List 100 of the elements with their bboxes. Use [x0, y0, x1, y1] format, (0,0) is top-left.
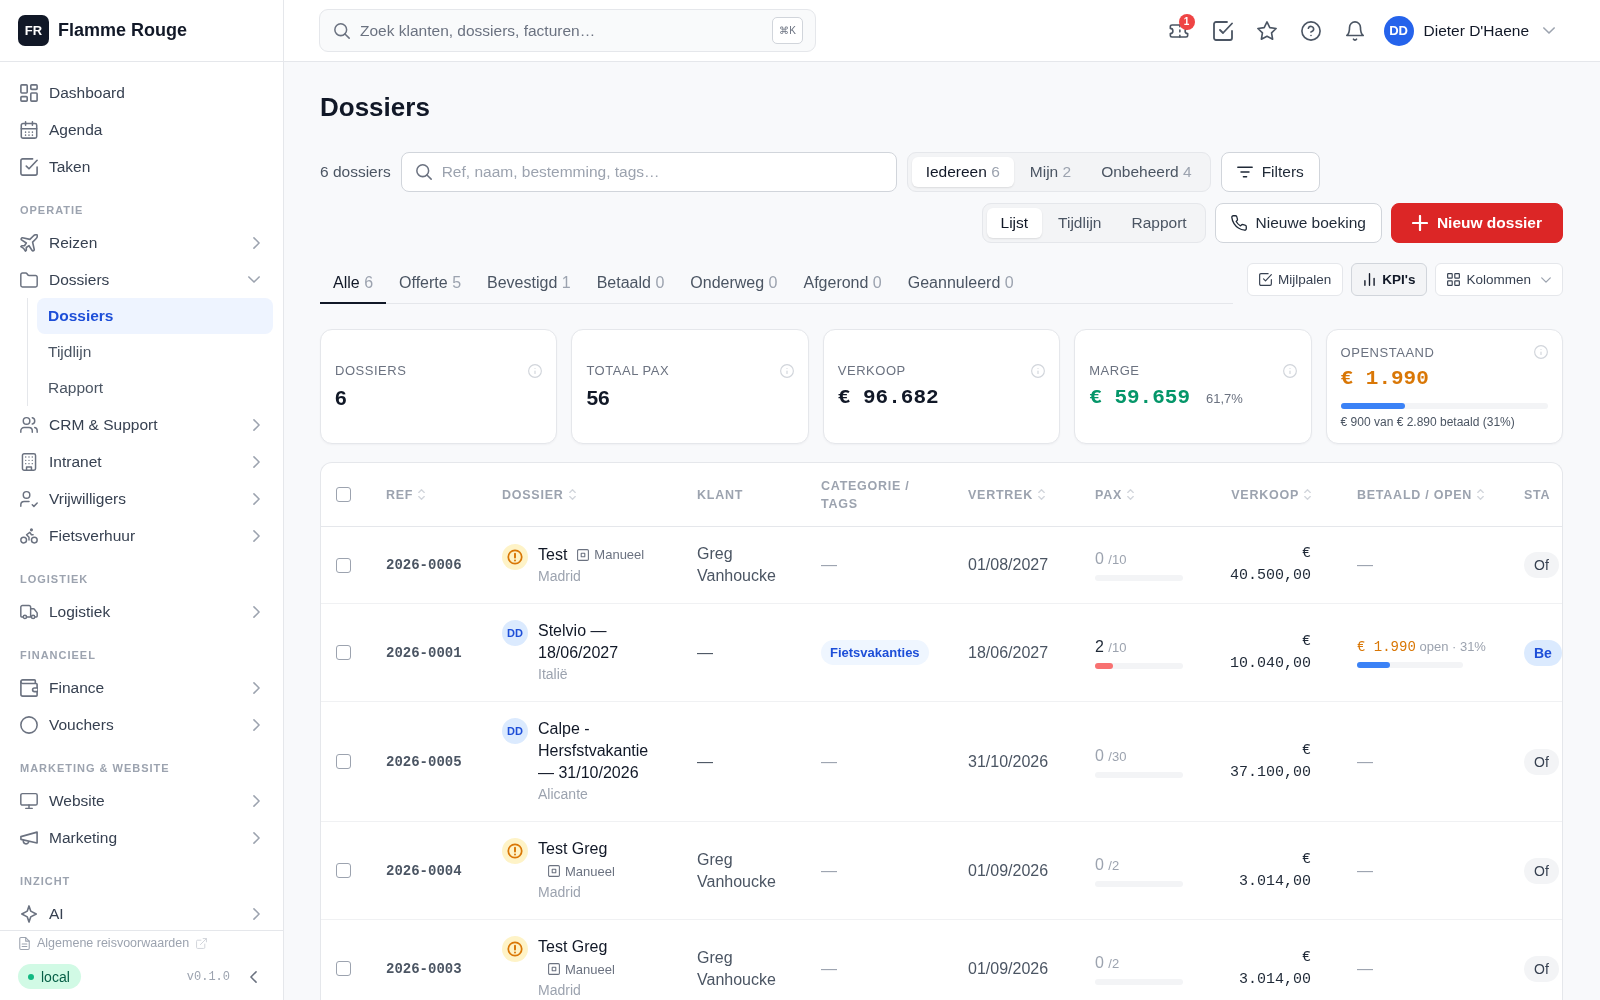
logo: FR [18, 15, 49, 46]
paid-cell: — [1357, 752, 1373, 771]
view-tab[interactable]: Rapport [1117, 208, 1201, 238]
square-dot-icon [548, 865, 560, 877]
status-tab[interactable]: Bevestigd 1 [474, 263, 584, 304]
status-tab[interactable]: Afgerond 0 [790, 263, 895, 304]
filter-segment[interactable]: Mijn 2 [1015, 157, 1086, 187]
brand-name: Flamme Rouge [58, 20, 188, 41]
row-checkbox[interactable] [336, 961, 351, 976]
row-checkbox[interactable] [336, 754, 351, 769]
nav-item[interactable]: Dossiers [37, 298, 273, 334]
status-tab[interactable]: Geannuleerd 0 [894, 263, 1027, 304]
place-label: Alicante [538, 785, 588, 804]
truck-icon [20, 602, 38, 621]
nav-item[interactable]: Vouchers [12, 706, 273, 743]
status-tab[interactable]: Alle 6 [320, 263, 387, 304]
row-checkbox[interactable] [336, 557, 351, 573]
place-label: Madrid [538, 883, 581, 902]
filter-segment[interactable]: Onbeheerd 4 [1087, 157, 1206, 187]
kpi-label: MARGE [1089, 363, 1140, 378]
nav-item[interactable]: Dashboard [12, 74, 273, 111]
check-square-icon [1212, 20, 1233, 41]
ref-cell: 2026-0005 [386, 753, 462, 770]
nav-item[interactable]: Reizen [12, 224, 273, 261]
monitor-icon [20, 791, 38, 810]
nav-item[interactable]: Agenda [12, 111, 273, 148]
sale-cell-text: € 3.014,00 [1238, 947, 1311, 990]
select-all-checkbox[interactable] [336, 487, 351, 502]
departure-cell: 01/08/2027 [968, 556, 1049, 574]
keyboard-shortcut: ⌘K [772, 17, 803, 44]
nav-item[interactable]: Dossiers [12, 261, 273, 298]
kpi-label: TOTAAL PAX [586, 363, 670, 378]
sale-cell-text: € 3.014,00 [1238, 849, 1311, 892]
nav-item[interactable]: Rapport [37, 370, 273, 406]
place-label: Madrid [538, 566, 581, 586]
bicycle-icon [20, 526, 38, 545]
new-booking-button[interactable]: Nieuwe boeking [1214, 203, 1382, 243]
filter-segment[interactable]: Iedereen 6 [911, 157, 1014, 187]
plane-icon [20, 233, 38, 252]
info-icon [528, 363, 543, 378]
status-tab[interactable]: Offerte 5 [386, 263, 475, 304]
ticket-button[interactable]: 1 [1160, 12, 1197, 49]
kpi-label: VERKOOP [837, 363, 906, 378]
version-label: v0.1.0 [186, 969, 230, 984]
nav-item[interactable]: Taken [12, 148, 273, 185]
status-tab[interactable]: Betaald 0 [583, 263, 678, 304]
dossier-title: Calpe - Hersfstvakantie — 31/10/2026 [538, 719, 650, 783]
columns-button[interactable]: Kolommen [1435, 263, 1563, 296]
warning-icon [502, 838, 528, 864]
view-tab[interactable]: Tijdlijn [1044, 208, 1116, 238]
category-cell: — [821, 752, 837, 771]
chevron-down-icon [1543, 27, 1555, 34]
row-checkbox[interactable] [336, 645, 351, 660]
nav-item[interactable]: Marketing [12, 819, 273, 856]
nav-item[interactable]: Tijdlijn [37, 334, 273, 370]
bar-chart-icon [1363, 273, 1377, 286]
warning-icon [502, 936, 528, 962]
category-cell: — [821, 556, 837, 574]
nav-item[interactable]: Finance [12, 669, 273, 706]
megaphone-icon [20, 828, 38, 847]
sale-cell-text: € 37.100,00 [1229, 740, 1311, 783]
user-menu[interactable]: DD Dieter D'Haene [1383, 15, 1555, 46]
kpi-value: € 1.990 [1340, 366, 1429, 392]
building-icon [20, 452, 38, 471]
filter-icon [1236, 164, 1253, 180]
nav-item[interactable]: Vrijwilligers [12, 480, 273, 517]
category-cell: — [821, 861, 837, 880]
document-icon [19, 936, 30, 950]
nav-item[interactable]: Intranet [12, 443, 273, 480]
status-tab[interactable]: Onderweg 0 [677, 263, 791, 304]
nav-item[interactable]: Fietsverhuur [12, 517, 273, 554]
kpi-label: OPENSTAAND [1340, 344, 1435, 360]
pax-count: 0 /10 [1095, 549, 1127, 569]
search-icon [334, 22, 350, 39]
avatar: DD [1383, 15, 1414, 46]
section-heading: OPERATIE [19, 203, 85, 218]
section-heading: FINANCIEEL [19, 648, 97, 663]
view-tab[interactable]: Lijst [986, 208, 1043, 238]
paid-cell: — [1357, 861, 1373, 880]
kpi-toggle[interactable]: KPI's [1351, 263, 1428, 296]
ref-cell: 2026-0006 [386, 557, 462, 573]
place-label: Madrid [538, 981, 581, 1000]
info-icon [779, 363, 794, 378]
pax-count: 2 /10 [1095, 636, 1127, 657]
nav-item[interactable]: CRM & Support [12, 406, 273, 443]
new-dossier-button[interactable]: Nieuw dossier [1390, 203, 1563, 243]
search-icon [415, 164, 432, 180]
nav-item[interactable]: Logistiek [12, 593, 273, 630]
source-label: Manueel [565, 961, 615, 977]
grid-icon [20, 83, 38, 102]
milestones-toggle[interactable]: Mijlpalen [1246, 263, 1344, 296]
filters-button[interactable]: Filters [1220, 152, 1320, 192]
row-checkbox[interactable] [336, 863, 351, 878]
kpi-value: € 59.659 [1089, 384, 1190, 411]
status-tag: Of [1524, 748, 1559, 775]
sale-cell-text: € 10.040,00 [1229, 631, 1311, 674]
search-field[interactable]: Ref, naam, bestemming, tags… [400, 152, 897, 192]
nav-item[interactable]: AI [12, 895, 273, 932]
info-icon [1031, 363, 1046, 378]
nav-item[interactable]: Website [12, 782, 273, 819]
